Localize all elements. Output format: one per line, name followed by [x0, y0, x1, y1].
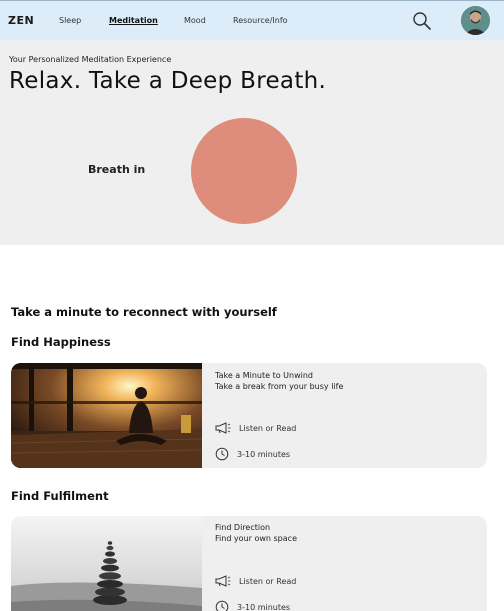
card-duration-label: 3-10 minutes — [237, 602, 291, 611]
card-description: Find your own space — [215, 534, 297, 543]
card-description: Take a break from your busy life — [215, 382, 344, 391]
meditation-card[interactable]: Find Direction Find your own space Liste… — [11, 516, 487, 611]
nav-link-mood[interactable]: Mood — [184, 16, 206, 25]
section-heading-fulfilment: Find Fulfilment — [11, 489, 109, 503]
brand-logo[interactable]: ZEN — [8, 14, 34, 27]
clock-icon — [215, 447, 229, 461]
clock-icon — [215, 600, 229, 611]
top-nav: ZEN Sleep Meditation Mood Resource/Info — [0, 0, 504, 40]
hero-title: Relax. Take a Deep Breath. — [9, 68, 327, 94]
nav-link-resource-info[interactable]: Resource/Info — [233, 16, 288, 25]
hero-subtitle: Your Personalized Meditation Experience — [9, 55, 172, 64]
card-format: Listen or Read — [215, 575, 296, 587]
breath-label: Breath in — [88, 163, 146, 176]
nav-link-meditation[interactable]: Meditation — [109, 16, 158, 25]
card-format-label: Listen or Read — [239, 576, 297, 586]
nav-link-sleep[interactable]: Sleep — [59, 16, 81, 25]
intro-heading: Take a minute to reconnect with yourself — [11, 305, 277, 319]
card-title: Take a Minute to Unwind — [215, 371, 314, 380]
card-format-label: Listen or Read — [239, 423, 297, 433]
user-photo-icon — [461, 6, 490, 35]
breath-circle — [191, 118, 297, 224]
search-icon[interactable] — [412, 11, 432, 31]
meditation-sunset-image — [11, 363, 202, 468]
stacked-stones-image — [11, 516, 202, 611]
card-format: Listen or Read — [215, 422, 296, 434]
card-duration-label: 3-10 minutes — [237, 449, 291, 459]
meditation-card[interactable]: Take a Minute to Unwind Take a break fro… — [11, 363, 487, 468]
card-duration: 3-10 minutes — [215, 600, 290, 611]
card-duration: 3-10 minutes — [215, 447, 290, 461]
megaphone-icon — [215, 575, 231, 587]
section-heading-happiness: Find Happiness — [11, 335, 111, 349]
megaphone-icon — [215, 422, 231, 434]
avatar[interactable] — [461, 6, 490, 35]
card-title: Find Direction — [215, 523, 271, 532]
hero-section: Your Personalized Meditation Experience … — [0, 40, 504, 245]
